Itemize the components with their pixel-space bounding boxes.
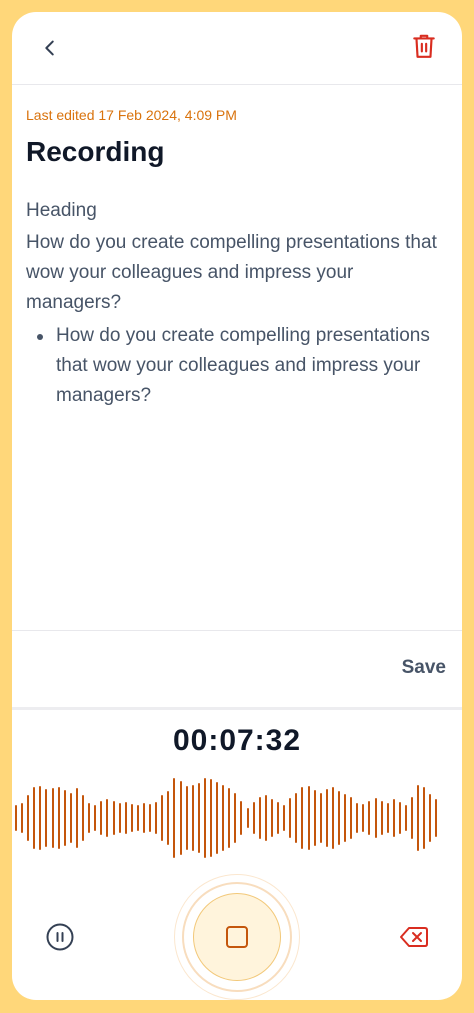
waveform-bar bbox=[417, 785, 420, 851]
waveform-bar bbox=[210, 779, 212, 857]
waveform-bar bbox=[82, 795, 85, 841]
waveform-bar bbox=[429, 794, 432, 842]
waveform-bar bbox=[33, 787, 36, 849]
chevron-left-icon bbox=[45, 40, 54, 56]
waveform-bar bbox=[155, 802, 158, 834]
waveform-bar bbox=[423, 787, 426, 849]
waveform-bar bbox=[283, 805, 286, 831]
stop-button[interactable] bbox=[193, 893, 281, 981]
waveform-bar bbox=[179, 781, 182, 855]
waveform-bar bbox=[185, 786, 188, 850]
waveform-bar bbox=[368, 801, 371, 835]
note-body[interactable]: Heading How do you create compelling pre… bbox=[26, 196, 450, 411]
waveform-bar bbox=[161, 795, 164, 841]
waveform-bar bbox=[277, 802, 280, 834]
waveform-bar bbox=[301, 787, 304, 849]
note-heading: Heading bbox=[26, 200, 97, 221]
waveform-bar bbox=[106, 799, 109, 837]
note-paragraph: How do you create compelling presentatio… bbox=[26, 232, 437, 313]
waveform-bar bbox=[216, 782, 219, 854]
audio-waveform bbox=[12, 778, 462, 858]
waveform-bar bbox=[57, 787, 60, 849]
stop-button-ring bbox=[182, 882, 292, 992]
waveform-bar bbox=[149, 804, 152, 832]
save-button[interactable]: Save bbox=[402, 657, 446, 679]
waveform-bar bbox=[75, 788, 78, 848]
waveform-bar bbox=[203, 778, 206, 858]
waveform-bar bbox=[289, 798, 292, 838]
waveform-bar bbox=[124, 802, 127, 834]
pause-button[interactable] bbox=[45, 922, 75, 952]
waveform-bar bbox=[130, 804, 133, 832]
waveform-bar bbox=[264, 795, 267, 841]
waveform-bar bbox=[435, 799, 438, 837]
back-button[interactable] bbox=[34, 32, 66, 64]
waveform-bar bbox=[88, 803, 91, 833]
app-frame: Last edited 17 Feb 2024, 4:09 PM Recordi… bbox=[12, 12, 462, 1000]
waveform-bar bbox=[246, 808, 249, 828]
waveform-bar bbox=[45, 789, 48, 847]
waveform-bar bbox=[362, 804, 365, 832]
waveform-bar bbox=[63, 790, 66, 846]
waveform-bar bbox=[240, 801, 243, 835]
waveform-bar bbox=[21, 803, 24, 833]
waveform-bar bbox=[100, 801, 103, 835]
waveform-bar bbox=[191, 785, 194, 851]
waveform-bar bbox=[39, 786, 42, 850]
bullet-item: How do you create compelling presentatio… bbox=[26, 321, 450, 411]
waveform-bar bbox=[51, 788, 54, 848]
waveform-bar bbox=[307, 786, 310, 850]
waveform-bar bbox=[173, 778, 176, 858]
waveform-bar bbox=[258, 797, 261, 839]
discard-button[interactable] bbox=[399, 924, 429, 950]
waveform-bar bbox=[331, 787, 334, 849]
waveform-bar bbox=[167, 791, 170, 845]
waveform-bar bbox=[94, 805, 97, 831]
waveform-bar bbox=[337, 791, 340, 845]
waveform-bar bbox=[411, 797, 414, 839]
waveform-bar bbox=[222, 785, 225, 851]
recording-timer: 00:07:32 bbox=[172, 724, 302, 757]
last-edited-text: Last edited 17 Feb 2024, 4:09 PM bbox=[26, 107, 237, 123]
waveform-bar bbox=[270, 799, 273, 837]
waveform-bar bbox=[344, 794, 347, 842]
waveform-bar bbox=[325, 789, 328, 847]
waveform-bar bbox=[118, 803, 121, 833]
waveform-bar bbox=[27, 795, 30, 841]
delete-button[interactable] bbox=[408, 30, 440, 62]
waveform-bar bbox=[112, 801, 115, 835]
waveform-bar bbox=[295, 793, 298, 843]
waveform-bar bbox=[228, 788, 231, 848]
waveform-bar bbox=[15, 805, 17, 831]
waveform-bar bbox=[386, 803, 389, 833]
waveform-bar bbox=[380, 801, 383, 835]
waveform-bar bbox=[350, 797, 353, 839]
waveform-bar bbox=[374, 798, 377, 838]
backspace-x-icon bbox=[400, 927, 428, 947]
waveform-bar bbox=[234, 793, 237, 843]
bullet-list: How do you create compelling presentatio… bbox=[26, 321, 450, 411]
waveform-bar bbox=[313, 790, 316, 846]
waveform-bar bbox=[405, 805, 407, 831]
waveform-bar bbox=[319, 793, 322, 843]
save-bar: Save bbox=[12, 630, 462, 707]
top-bar bbox=[12, 12, 462, 85]
waveform-bar bbox=[69, 793, 72, 843]
trash-icon bbox=[413, 34, 435, 58]
waveform-bar bbox=[252, 802, 255, 834]
pause-circle-icon bbox=[46, 923, 74, 951]
stop-button-halo bbox=[174, 874, 300, 1000]
waveform-bar bbox=[398, 802, 401, 834]
waveform-bar bbox=[392, 799, 395, 837]
waveform-bar bbox=[136, 805, 139, 831]
waveform-bar bbox=[356, 803, 359, 833]
waveform-bar bbox=[142, 803, 145, 833]
note-title[interactable]: Recording bbox=[26, 136, 164, 168]
waveform-bar bbox=[197, 783, 200, 853]
stop-icon bbox=[226, 926, 248, 948]
